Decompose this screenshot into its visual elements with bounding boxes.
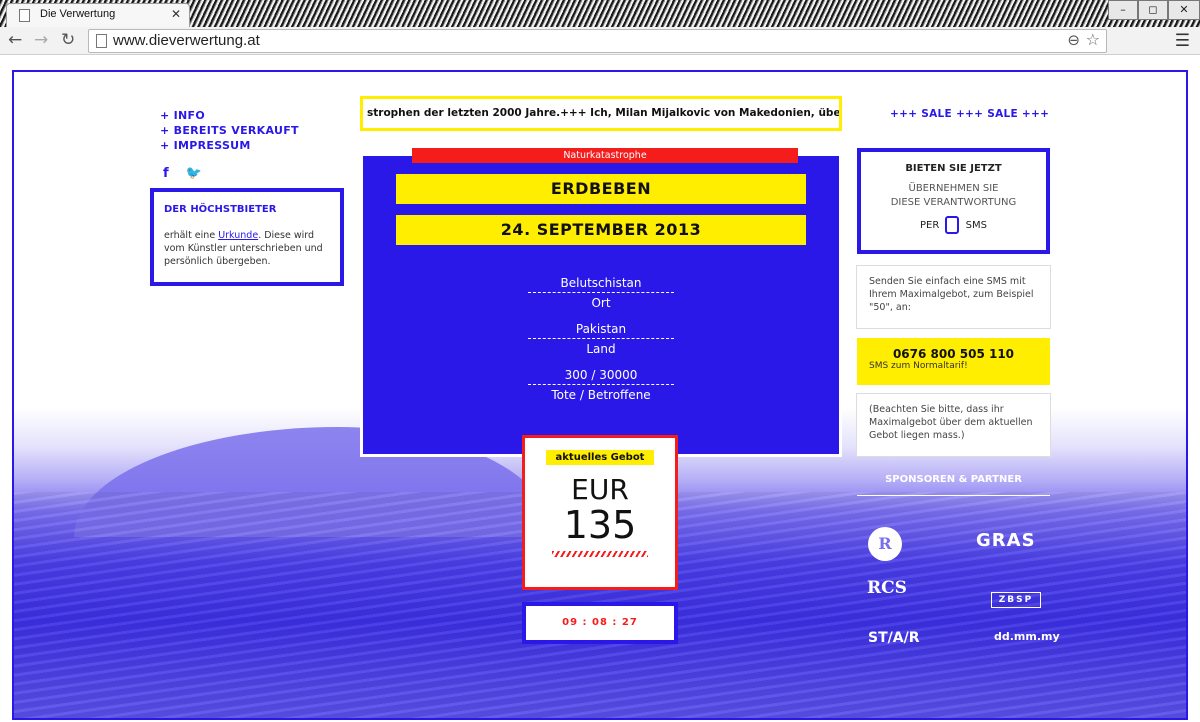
bid-now-title: BIETEN SIE JETZT <box>905 163 1002 174</box>
reload-icon[interactable]: ↻ <box>61 30 75 50</box>
hatch-decoration <box>552 551 648 557</box>
sms-instructions: Senden Sie einfach eine SMS mit Ihrem Ma… <box>857 266 1050 328</box>
sponsor-logo-r[interactable]: R <box>868 527 902 561</box>
back-arrow-icon[interactable]: ← <box>8 30 22 50</box>
sponsors-title: SPONSOREN & PARTNER <box>857 474 1050 496</box>
event-date: 24. SEPTEMBER 2013 <box>396 215 806 245</box>
tab-title: Die Verwertung <box>40 8 116 20</box>
bidder-title: DER HÖCHSTBIETER <box>164 204 277 215</box>
event-category: Naturkatastrophe <box>412 148 798 163</box>
bidder-text-start: erhält eine <box>164 230 219 241</box>
current-bid-label: aktuelles Gebot <box>545 450 655 465</box>
bid-now-line2: DIESE VERANTWORTUNG <box>890 197 1017 208</box>
web-page: + INFO + BEREITS VERKAUFT + IMPRESSUM f … <box>12 70 1188 720</box>
fact-casualties-label: Tote / Betroffene <box>551 388 651 402</box>
event-panel: Naturkatastrophe ERDBEBEN 24. SEPTEMBER … <box>360 148 842 457</box>
twitter-icon[interactable]: 🐦 <box>186 166 202 181</box>
zoom-icon[interactable]: ⊖ <box>1067 31 1080 49</box>
fact-casualties-value: 300 / 30000 <box>528 368 674 385</box>
fact-country-label: Land <box>586 342 616 356</box>
nav-info-link[interactable]: + INFO <box>160 108 299 123</box>
nav-imprint-link[interactable]: + IMPRESSUM <box>160 138 299 153</box>
event-title: ERDBEBEN <box>396 174 806 204</box>
close-window-button[interactable]: ✕ <box>1168 0 1200 20</box>
address-bar[interactable]: www.dieverwertung.at ⊖ ☆ <box>88 29 1107 53</box>
fact-location-value: Belutschistan <box>528 276 674 293</box>
fact-location-label: Ort <box>591 296 611 310</box>
minimize-button[interactable]: – <box>1108 0 1138 20</box>
event-facts: Belutschistan Ort Pakistan Land 300 / 30… <box>528 271 674 402</box>
browser-tab[interactable]: Die Verwertung ✕ <box>6 3 190 27</box>
forward-arrow-icon[interactable]: → <box>34 30 48 50</box>
main-nav: + INFO + BEREITS VERKAUFT + IMPRESSUM <box>160 108 299 153</box>
sms-tariff-note: SMS zum Normaltarif! <box>869 361 968 371</box>
fact-country-value: Pakistan <box>528 322 674 339</box>
page-icon <box>19 9 30 22</box>
sponsor-logo-star[interactable]: ST/A/R <box>868 630 919 646</box>
bid-note: (Beachten Sie bitte, dass ihr Maximalgeb… <box>857 394 1050 456</box>
bid-now-line1: ÜBERNEHMEN SIE <box>908 183 999 194</box>
phone-icon <box>945 216 960 234</box>
current-bid-box: aktuelles Gebot EUR 135 <box>522 435 678 590</box>
close-tab-icon[interactable]: ✕ <box>171 7 181 21</box>
facebook-icon[interactable]: f <box>163 166 169 181</box>
sale-banner: +++ SALE +++ SALE +++ <box>890 108 1050 120</box>
social-links: f 🐦 <box>163 162 214 181</box>
sms-label: SMS <box>965 220 987 231</box>
sponsor-logo-ddmmmy[interactable]: dd.mm.my <box>994 630 1060 643</box>
menu-icon[interactable]: ☰ <box>1175 31 1190 51</box>
highest-bidder-box: DER HÖCHSTBIETER erhält eine Urkunde. Di… <box>150 188 344 286</box>
maximize-button[interactable]: ◻ <box>1138 0 1168 20</box>
sponsor-logo-rcs[interactable]: RCS <box>867 578 907 598</box>
bid-via-sms: PER SMS <box>861 216 1046 234</box>
bidder-text: erhält eine Urkunde. Diese wird vom Küns… <box>164 229 330 268</box>
certificate-link[interactable]: Urkunde <box>218 230 258 241</box>
countdown-timer: 09 : 08 : 27 <box>522 602 678 644</box>
per-label: PER <box>920 220 940 231</box>
nav-sold-link[interactable]: + BEREITS VERKAUFT <box>160 123 299 138</box>
bookmark-star-icon[interactable]: ☆ <box>1086 30 1100 49</box>
url-text[interactable]: www.dieverwertung.at <box>113 32 260 49</box>
sponsor-logo-zbsp[interactable]: ZBSP <box>991 592 1041 608</box>
sms-number: 0676 800 505 110 <box>892 347 1015 361</box>
sponsor-logo-gras[interactable]: GRAS <box>976 530 1036 551</box>
bid-amount: 135 <box>563 503 637 547</box>
bid-now-box[interactable]: BIETEN SIE JETZT ÜBERNEHMEN SIE DIESE VE… <box>857 148 1050 254</box>
document-icon <box>96 34 107 48</box>
tab-strip: Die Verwertung ✕ – ◻ ✕ <box>0 0 1200 27</box>
bid-currency: EUR <box>571 473 629 506</box>
sms-number-box: 0676 800 505 110 SMS zum Normaltarif! <box>857 338 1050 385</box>
browser-toolbar: ← → ↻ www.dieverwertung.at ⊖ ☆ ☰ <box>0 27 1200 55</box>
news-ticker: strophen der letzten 2000 Jahre.+++ Ich,… <box>360 96 842 131</box>
